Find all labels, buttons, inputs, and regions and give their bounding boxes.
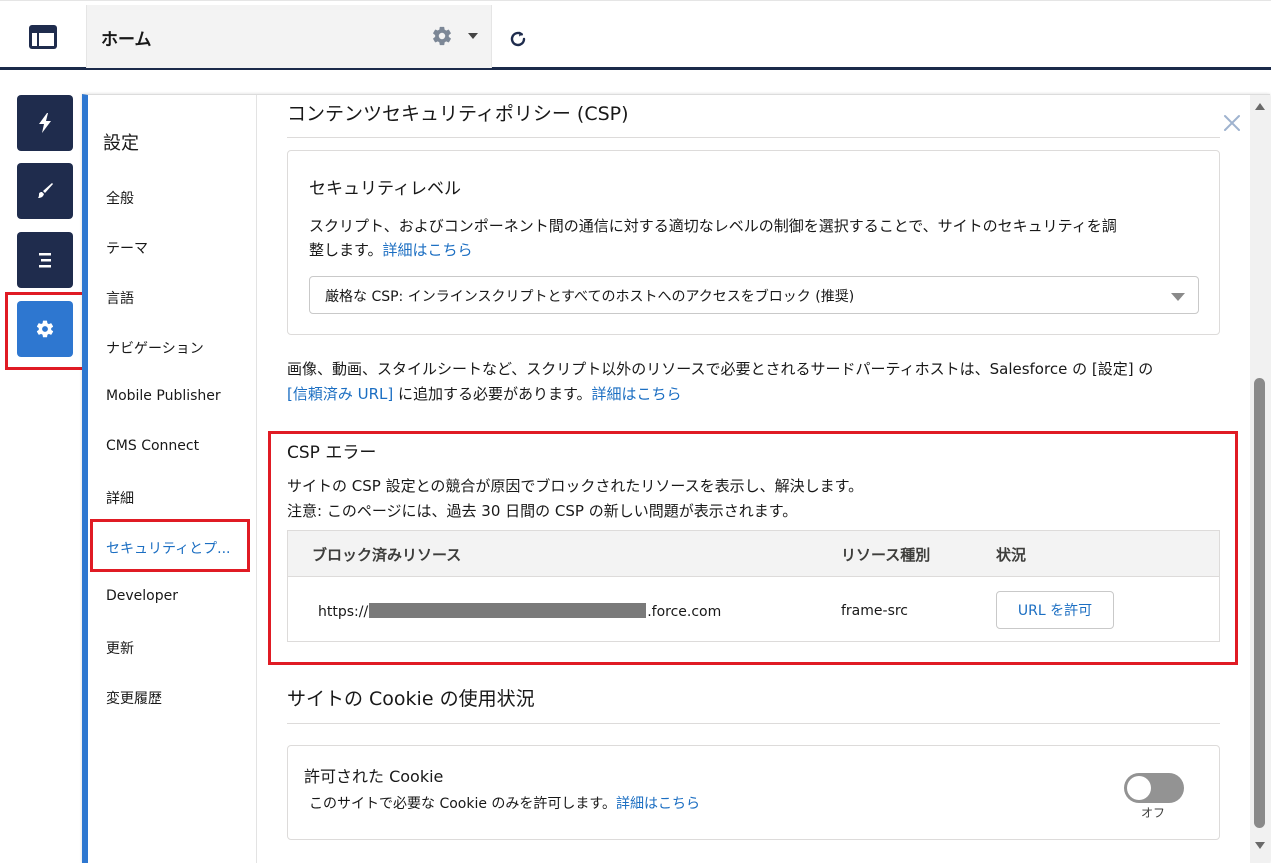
nav-item-theme[interactable]: テーマ	[106, 238, 148, 258]
security-level-card: セキュリティレベル スクリプト、およびコンポーネント間の通信に対する適切なレベル…	[287, 150, 1220, 335]
home-page-tab[interactable]: ホーム	[86, 5, 492, 68]
annotation-highlight-csp-errors	[268, 431, 1238, 665]
nav-item-language[interactable]: 言語	[106, 288, 134, 308]
rail-pages-button[interactable]	[17, 232, 73, 288]
trusted-url-link[interactable]: [信頼済み URL]	[287, 385, 393, 403]
bolt-icon	[39, 113, 51, 133]
allowed-cookies-card: 許可された Cookie このサイトで必要な Cookie のみを許可します。詳…	[287, 745, 1220, 840]
cookie-toggle[interactable]	[1124, 773, 1184, 803]
page-title: ホーム	[101, 30, 152, 50]
settings-nav: 設定 全般 テーマ 言語 ナビゲーション Mobile Publisher CM…	[88, 95, 257, 863]
nav-item-advanced[interactable]: 詳細	[106, 488, 134, 508]
settings-title: 設定	[103, 133, 139, 154]
security-level-description: スクリプト、およびコンポーネント間の通信に対する適切なレベルの制御を選択すること…	[309, 217, 1117, 259]
panel-toggle-button[interactable]	[0, 5, 86, 68]
scroll-down-icon[interactable]	[1255, 842, 1265, 849]
nav-item-developer[interactable]: Developer	[106, 588, 178, 604]
scrollbar-thumb[interactable]	[1254, 378, 1265, 828]
rail-theme-button[interactable]	[17, 163, 73, 219]
trusted-url-note: 画像、動画、スタイルシートなど、スクリプト以外のリソースで必要とされるサードパー…	[287, 360, 1154, 403]
rail-components-button[interactable]	[17, 95, 73, 151]
layout-icon	[29, 24, 57, 49]
cookie-heading: サイトの Cookie の使用状況	[287, 688, 535, 710]
toggle-knob	[1127, 776, 1151, 800]
nav-item-general[interactable]: 全般	[106, 188, 134, 208]
gear-icon[interactable]	[431, 25, 453, 47]
nav-item-updates[interactable]: 更新	[106, 638, 134, 658]
security-level-title: セキュリティレベル	[309, 179, 461, 199]
annotation-highlight-security-nav	[90, 519, 250, 572]
nav-item-change-history[interactable]: 変更履歴	[106, 688, 162, 708]
brush-icon	[38, 183, 53, 198]
allowed-cookies-description: このサイトで必要な Cookie のみを許可します。詳細はこちら	[309, 796, 701, 812]
chevron-down-icon[interactable]	[468, 33, 478, 39]
security-level-selected: 厳格な CSP: インラインスクリプトとすべてのホストへのアクセスをブロック (…	[325, 289, 855, 305]
nav-item-cms-connect[interactable]: CMS Connect	[106, 438, 199, 454]
security-level-select[interactable]: 厳格な CSP: インラインスクリプトとすべてのホストへのアクセスをブロック (…	[309, 276, 1199, 314]
allowed-cookies-title: 許可された Cookie	[304, 767, 444, 786]
toggle-state-label: オフ	[1141, 806, 1166, 820]
nav-item-mobile-publisher[interactable]: Mobile Publisher	[106, 388, 221, 404]
refresh-icon[interactable]	[506, 27, 530, 51]
learn-more-link[interactable]: 詳細はこちら	[592, 385, 682, 403]
csp-heading: コンテンツセキュリティポリシー (CSP)	[287, 103, 629, 125]
scroll-up-icon[interactable]	[1255, 103, 1265, 110]
divider	[287, 723, 1220, 724]
learn-more-link[interactable]: 詳細はこちら	[383, 241, 473, 259]
learn-more-link[interactable]: 詳細はこちら	[616, 796, 700, 812]
top-bar: ホーム	[0, 0, 1271, 70]
scrollbar[interactable]	[1250, 95, 1270, 863]
divider	[287, 137, 1220, 138]
nav-item-navigation[interactable]: ナビゲーション	[106, 338, 204, 358]
chevron-down-icon	[1171, 293, 1185, 301]
list-icon	[39, 253, 51, 268]
